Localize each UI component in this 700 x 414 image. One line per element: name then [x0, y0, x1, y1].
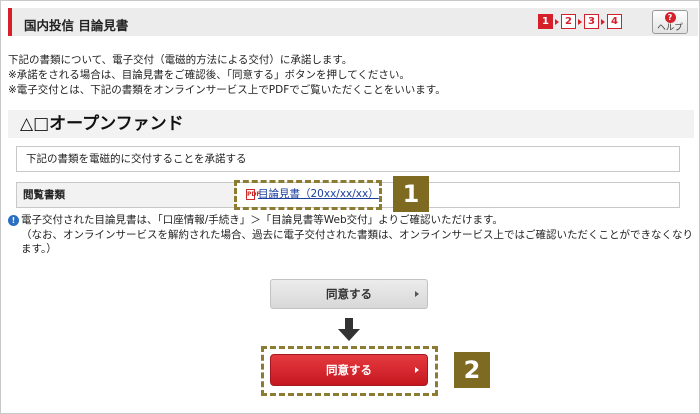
- agree-button-disabled: 同意する: [270, 279, 428, 309]
- info-icon: !: [8, 215, 19, 226]
- step-arrow-icon: [578, 18, 582, 25]
- highlight-box-1: [234, 180, 382, 210]
- fund-name-heading: △□オープンファンド: [8, 110, 694, 138]
- help-button[interactable]: ? ヘルプ: [652, 10, 688, 34]
- help-label: ヘルプ: [657, 23, 683, 33]
- intro-text: 下記の書類について、電子交付（電磁的方法による交付）に承諾します。 ※承諾をされ…: [8, 53, 446, 98]
- documents-label: 閲覧書類: [17, 183, 237, 207]
- arrow-down-icon: [338, 318, 360, 341]
- step-arrow-icon: [601, 18, 605, 25]
- step-indicator: 1 2 3 4: [538, 14, 622, 29]
- step-arrow-icon: [555, 18, 559, 25]
- highlight-box-2: [261, 346, 438, 396]
- step-1: 1: [538, 14, 553, 29]
- step-4: 4: [607, 14, 622, 29]
- question-icon: ?: [664, 12, 676, 23]
- agree-button-disabled-label: 同意する: [326, 287, 372, 301]
- intro-line: ※電子交付とは、下記の書類をオンラインサービス上でPDFでご覧いただくことをいい…: [8, 84, 446, 96]
- caret-right-icon: [415, 291, 419, 297]
- step-badge-2: 2: [454, 352, 490, 388]
- page-title: 国内投信 目論見書: [24, 18, 129, 33]
- step-badge-1: 1: [393, 176, 429, 212]
- page-header: 国内投信 目論見書 1 2 3 4 ? ヘルプ: [8, 8, 698, 36]
- intro-line: ※承諾をされる場合は、目論見書をご確認後、「同意する」ボタンを押してください。: [8, 69, 410, 81]
- intro-line: 下記の書類について、電子交付（電磁的方法による交付）に承諾します。: [8, 54, 353, 66]
- note-sub-text: （なお、オンラインサービスを解約された場合、過去に電子交付された書類は、オンライ…: [21, 229, 693, 255]
- note-main-text: 電子交付された目論見書は、「口座情報/手続き」＞「目論見書等Web交付」よりご確…: [21, 214, 503, 226]
- consent-statement: 下記の書類を電磁的に交付することを承諾する: [16, 146, 680, 172]
- step-3: 3: [584, 14, 599, 29]
- step-2: 2: [561, 14, 576, 29]
